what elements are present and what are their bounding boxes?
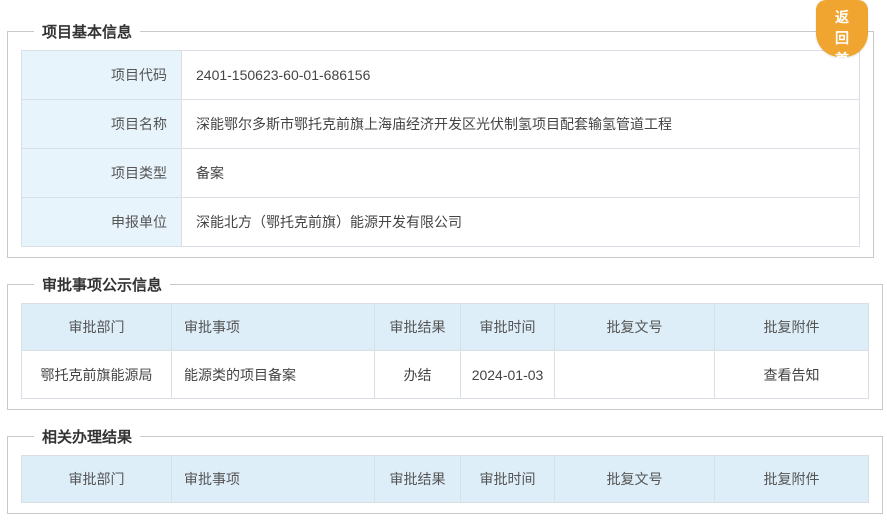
header-reply-attachment: 批复附件 — [715, 304, 869, 351]
table-header-row: 审批部门 审批事项 审批结果 审批时间 批复文号 批复附件 — [22, 456, 869, 503]
section-approval-public: 审批事项公示信息 审批部门 审批事项 审批结果 审批时间 批复文号 批复附件 鄂… — [7, 274, 883, 410]
applicant-unit-label: 申报单位 — [22, 198, 182, 247]
project-type-label: 项目类型 — [22, 149, 182, 198]
header-approval-time: 审批时间 — [461, 456, 555, 503]
header-approval-result: 审批结果 — [375, 456, 461, 503]
return-home-button[interactable]: 返回首页 — [816, 0, 868, 57]
page: 返回首页 项目基本信息 项目代码 2401-150623-60-01-68615… — [0, 0, 887, 514]
section-basic-info-title: 项目基本信息 — [34, 21, 140, 42]
table-row: 项目名称 深能鄂尔多斯市鄂托克前旗上海庙经济开发区光伏制氢项目配套输氢管道工程 — [22, 100, 860, 149]
header-reply-doc-no: 批复文号 — [555, 304, 715, 351]
cell-reply-doc-no — [555, 351, 715, 399]
view-notice-link[interactable]: 查看告知 — [715, 351, 869, 399]
header-reply-doc-no: 批复文号 — [555, 456, 715, 503]
header-approval-item: 审批事项 — [172, 456, 375, 503]
project-name-label: 项目名称 — [22, 100, 182, 149]
header-approval-result: 审批结果 — [375, 304, 461, 351]
cell-approval-result: 办结 — [375, 351, 461, 399]
project-name-value: 深能鄂尔多斯市鄂托克前旗上海庙经济开发区光伏制氢项目配套输氢管道工程 — [182, 100, 860, 149]
section-related-results: 相关办理结果 审批部门 审批事项 审批结果 审批时间 批复文号 批复附件 — [7, 426, 883, 514]
approval-table: 审批部门 审批事项 审批结果 审批时间 批复文号 批复附件 鄂托克前旗能源局 能… — [21, 303, 869, 399]
applicant-unit-value: 深能北方（鄂托克前旗）能源开发有限公司 — [182, 198, 860, 247]
project-code-label: 项目代码 — [22, 51, 182, 100]
project-code-value: 2401-150623-60-01-686156 — [182, 51, 860, 100]
cell-approval-item: 能源类的项目备案 — [172, 351, 375, 399]
header-approval-dept: 审批部门 — [22, 304, 172, 351]
results-table: 审批部门 审批事项 审批结果 审批时间 批复文号 批复附件 — [21, 455, 869, 503]
header-approval-dept: 审批部门 — [22, 456, 172, 503]
section-related-results-title: 相关办理结果 — [34, 426, 140, 447]
table-row: 项目类型 备案 — [22, 149, 860, 198]
header-approval-time: 审批时间 — [461, 304, 555, 351]
section-approval-public-title: 审批事项公示信息 — [34, 274, 170, 295]
section-basic-info: 项目基本信息 项目代码 2401-150623-60-01-686156 项目名… — [7, 21, 874, 258]
table-row: 鄂托克前旗能源局 能源类的项目备案 办结 2024-01-03 查看告知 — [22, 351, 869, 399]
basic-info-table: 项目代码 2401-150623-60-01-686156 项目名称 深能鄂尔多… — [21, 50, 860, 247]
table-row: 项目代码 2401-150623-60-01-686156 — [22, 51, 860, 100]
cell-approval-dept: 鄂托克前旗能源局 — [22, 351, 172, 399]
header-reply-attachment: 批复附件 — [715, 456, 869, 503]
cell-approval-time: 2024-01-03 — [461, 351, 555, 399]
project-type-value: 备案 — [182, 149, 860, 198]
table-row: 申报单位 深能北方（鄂托克前旗）能源开发有限公司 — [22, 198, 860, 247]
header-approval-item: 审批事项 — [172, 304, 375, 351]
table-header-row: 审批部门 审批事项 审批结果 审批时间 批复文号 批复附件 — [22, 304, 869, 351]
